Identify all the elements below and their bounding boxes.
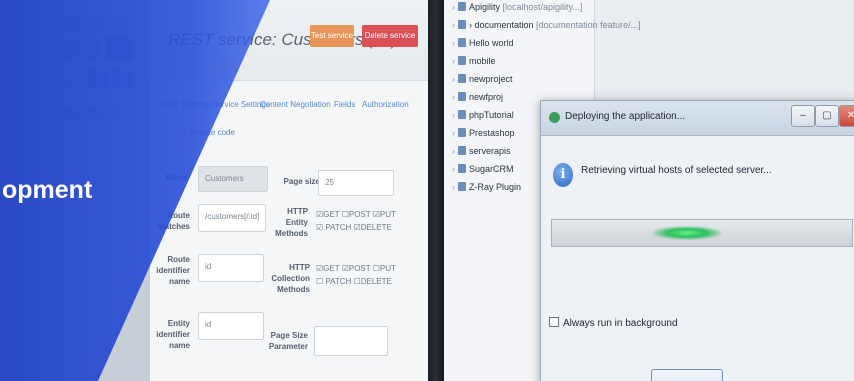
expand-arrow-icon[interactable]: › [452, 2, 455, 12]
tree-item-label: › documentation [469, 20, 534, 30]
project-folder-icon [458, 182, 466, 191]
project-folder-icon [458, 128, 466, 137]
expand-arrow-icon[interactable]: › [452, 74, 455, 84]
project-folder-icon [458, 74, 466, 83]
http-collection-methods-label: HTTP Collection Methods [271, 263, 310, 294]
name-field[interactable]: Customers [198, 166, 268, 192]
close-button[interactable]: ✕ [839, 105, 854, 127]
test-service-button[interactable]: Test service [310, 25, 354, 47]
tree-item-label: SugarCRM [469, 164, 514, 174]
hero-area: opment [0, 0, 160, 381]
tree-item-label: Z-Ray Plugin [469, 182, 522, 192]
tab-basic-settings[interactable]: Basic Settings [160, 100, 211, 109]
route-identifier-field[interactable]: id [198, 254, 264, 282]
dialog-titlebar: Deploying the application... – ▢ ✕ [541, 101, 854, 136]
tree-item[interactable]: › Apigility [localhost/apigility...] [452, 2, 582, 12]
monitor-bezel [428, 0, 444, 381]
expand-arrow-icon[interactable]: › [452, 164, 455, 174]
tree-item[interactable]: › Hello world [452, 38, 514, 48]
tree-item-label: newfproj [469, 92, 504, 102]
tree-item-label: newproject [469, 74, 513, 84]
minimize-button[interactable]: – [791, 105, 815, 127]
expand-arrow-icon[interactable]: › [452, 56, 455, 66]
tree-item[interactable]: › phpTutorial [452, 110, 514, 120]
http-collection-methods-checks[interactable]: ☑GET ☑POST ☐PUT ☐ PATCH ☐DELETE [316, 262, 402, 288]
project-folder-icon [458, 110, 466, 119]
tree-item-label: Apigility [469, 2, 501, 12]
rest-service-panel: REST service: Customers (v1) Test servic… [150, 0, 432, 381]
project-folder-icon [458, 164, 466, 173]
tree-item-label: mobile [469, 56, 496, 66]
project-folder-icon [458, 20, 466, 29]
panel-header: REST service: Customers (v1) Test servic… [150, 0, 432, 81]
background-checkbox[interactable] [549, 317, 559, 327]
page-size-parameter-field[interactable] [314, 326, 388, 356]
expand-arrow-icon[interactable]: › [452, 92, 455, 102]
background-checkbox-row[interactable]: Always run in background [549, 313, 678, 331]
tree-item[interactable]: › › documentation [documentation feature/… [452, 20, 641, 30]
dialog-title: Deploying the application... [565, 111, 686, 122]
tree-item-label: Hello world [469, 38, 514, 48]
tree-item-label: serverapis [469, 146, 511, 156]
tree-item[interactable]: › Z-Ray Plugin [452, 182, 521, 192]
tree-item[interactable]: › Prestashop [452, 128, 515, 138]
expand-arrow-icon[interactable]: › [452, 38, 455, 48]
tree-item[interactable]: › SugarCRM [452, 164, 514, 174]
project-folder-icon [458, 2, 466, 11]
entity-identifier-field[interactable]: id [198, 312, 264, 340]
project-folder-icon [458, 92, 466, 101]
run-in-background-button[interactable] [651, 369, 723, 381]
project-folder-icon [458, 38, 466, 47]
right-monitor: › Apigility [localhost/apigility...] › › do… [444, 0, 854, 381]
service-tabs: Basic Settings Service Settings Content … [150, 92, 432, 137]
tree-item-hint: [localhost/apigility...] [500, 2, 583, 12]
hero-heading: opment [2, 176, 93, 204]
tab-authorization[interactable]: Authorization [362, 100, 409, 109]
expand-arrow-icon[interactable]: › [452, 146, 455, 156]
maximize-button[interactable]: ▢ [815, 105, 839, 127]
expand-arrow-icon[interactable]: › [452, 128, 455, 138]
route-matches-field[interactable]: /customers[/:id] [198, 204, 266, 232]
tree-item[interactable]: › serverapis [452, 146, 511, 156]
expand-arrow-icon[interactable]: › [452, 110, 455, 120]
http-entity-methods-checks[interactable]: ☑GET ☐POST ☑PUT ☑ PATCH ☑DELETE [316, 208, 402, 234]
delete-service-button[interactable]: Delete service [362, 25, 418, 47]
status-message: Retrieving virtual hosts of selected ser… [581, 165, 772, 176]
background-checkbox-label: Always run in background [563, 318, 678, 329]
page-size-field[interactable]: 25 [318, 170, 394, 196]
tab-content-negotiation[interactable]: Content Negotiation [260, 100, 331, 109]
tree-item[interactable]: › newproject [452, 74, 513, 84]
tree-item[interactable]: › mobile [452, 56, 496, 66]
scene: API LIST REST service: Customers (v1) Te… [0, 0, 854, 381]
deploy-dialog: Deploying the application... – ▢ ✕ i Ret… [540, 100, 854, 381]
page-size-parameter-label: Page Size Parameter [268, 331, 308, 351]
tree-item-label: Prestashop [469, 128, 515, 138]
expand-arrow-icon[interactable]: › [452, 182, 455, 192]
page-size-label: Page size [283, 177, 320, 186]
tab-source-code[interactable]: Source code [190, 128, 235, 137]
progress-bar [551, 219, 853, 247]
http-entity-methods-label: HTTP Entity Methods [275, 207, 308, 238]
app-icon [549, 112, 560, 123]
tab-fields[interactable]: Fields [334, 100, 355, 109]
tree-item-label: phpTutorial [469, 110, 514, 120]
progress-indicator [652, 226, 722, 240]
tree-item[interactable]: › newfproj [452, 92, 503, 102]
tree-item-hint: [documentation feature/...] [533, 20, 641, 30]
expand-arrow-icon[interactable]: › [452, 20, 455, 30]
project-folder-icon [458, 146, 466, 155]
project-folder-icon [458, 56, 466, 65]
info-icon: i [553, 163, 573, 187]
